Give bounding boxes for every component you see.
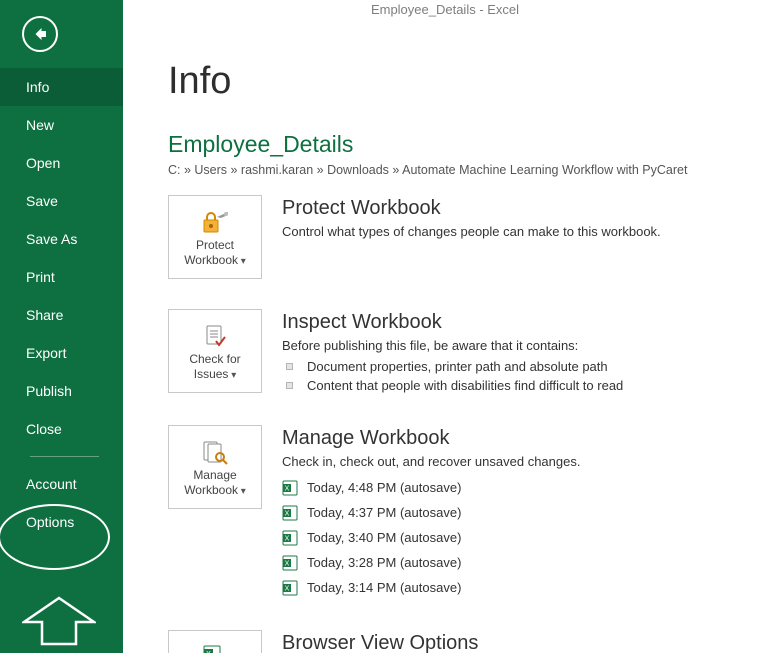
browser-title: Browser View Options <box>282 632 478 653</box>
browser-view-section: X Browser View Options <box>168 630 767 653</box>
excel-file-icon: X <box>282 530 298 546</box>
inspect-section: Check for Issues ▾ Inspect Workbook Befo… <box>168 309 767 395</box>
sidebar-item-label: Close <box>26 421 62 437</box>
inspect-bullet: Document properties, printer path and ab… <box>286 357 623 376</box>
window-title: Employee_Details - Excel <box>123 2 767 17</box>
sidebar-item-account[interactable]: Account <box>0 465 123 503</box>
sidebar-item-label: Share <box>26 307 63 323</box>
version-text: Today, 4:48 PM (autosave) <box>307 480 461 495</box>
sidebar-item-label: Open <box>26 155 60 171</box>
sidebar-item-label: Print <box>26 269 55 285</box>
manage-desc: Check in, check out, and recover unsaved… <box>282 454 580 469</box>
main-panel: Employee_Details - Excel Info Employee_D… <box>123 0 767 653</box>
version-item[interactable]: X Today, 3:40 PM (autosave) <box>282 525 580 550</box>
breadcrumb: C: » Users » rashmi.karan » Downloads » … <box>168 163 767 177</box>
version-list: X Today, 4:48 PM (autosave) X Today, 4:3… <box>282 473 580 600</box>
sidebar-item-label: Save As <box>26 231 77 247</box>
inspect-desc: Before publishing this file, be aware th… <box>282 338 623 353</box>
manage-section: Manage Workbook ▾ Manage Workbook Check … <box>168 425 767 600</box>
sidebar-item-save[interactable]: Save <box>0 182 123 220</box>
protect-section: Protect Workbook ▾ Protect Workbook Cont… <box>168 195 767 279</box>
document-check-icon <box>201 322 229 352</box>
lock-key-icon <box>200 208 230 238</box>
sidebar-item-label: Options <box>26 514 74 530</box>
version-text: Today, 4:37 PM (autosave) <box>307 505 461 520</box>
sidebar-item-label: New <box>26 117 54 133</box>
square-bullet-icon <box>286 382 293 389</box>
back-button[interactable] <box>22 16 58 52</box>
bullet-text: Document properties, printer path and ab… <box>307 357 608 376</box>
svg-text:X: X <box>285 585 290 592</box>
sidebar-divider <box>30 456 99 457</box>
excel-file-icon: X <box>282 580 298 596</box>
sidebar-item-label: Save <box>26 193 58 209</box>
svg-text:X: X <box>285 510 290 517</box>
sidebar-item-label: Publish <box>26 383 72 399</box>
protect-desc: Control what types of changes people can… <box>282 224 661 239</box>
chevron-down-icon: ▾ <box>238 486 246 497</box>
bullet-text: Content that people with disabilities fi… <box>307 376 623 395</box>
backstage-sidebar: Info New Open Save Save As Print Share E… <box>0 0 123 653</box>
excel-file-icon: X <box>282 555 298 571</box>
inspect-bullets: Document properties, printer path and ab… <box>282 357 623 395</box>
tile-label: Manage Workbook <box>184 468 238 497</box>
version-item[interactable]: X Today, 4:37 PM (autosave) <box>282 500 580 525</box>
sidebar-item-label: Export <box>26 345 66 361</box>
excel-file-icon: X <box>282 505 298 521</box>
sidebar-item-options[interactable]: Options <box>0 503 123 541</box>
back-arrow-icon <box>31 25 49 43</box>
sidebar-item-save-as[interactable]: Save As <box>0 220 123 258</box>
sidebar-item-new[interactable]: New <box>0 106 123 144</box>
sidebar-item-open[interactable]: Open <box>0 144 123 182</box>
sidebar-item-print[interactable]: Print <box>0 258 123 296</box>
browser-view-options-button[interactable]: X <box>168 630 262 653</box>
manage-workbook-button[interactable]: Manage Workbook ▾ <box>168 425 262 509</box>
sidebar-item-close[interactable]: Close <box>0 410 123 448</box>
version-item[interactable]: X Today, 3:14 PM (autosave) <box>282 575 580 600</box>
check-for-issues-button[interactable]: Check for Issues ▾ <box>168 309 262 393</box>
version-item[interactable]: X Today, 4:48 PM (autosave) <box>282 475 580 500</box>
page-title: Info <box>168 60 767 103</box>
document-magnify-icon <box>200 438 230 468</box>
chevron-down-icon: ▾ <box>228 370 236 381</box>
version-text: Today, 3:40 PM (autosave) <box>307 530 461 545</box>
svg-text:X: X <box>285 560 290 567</box>
annotation-up-arrow-icon <box>22 596 96 649</box>
excel-file-icon: X <box>282 480 298 496</box>
sidebar-item-export[interactable]: Export <box>0 334 123 372</box>
version-item[interactable]: X Today, 3:28 PM (autosave) <box>282 550 580 575</box>
protect-title: Protect Workbook <box>282 197 661 220</box>
inspect-title: Inspect Workbook <box>282 311 623 334</box>
chevron-down-icon: ▾ <box>238 256 246 267</box>
excel-globe-icon: X <box>202 639 228 653</box>
sidebar-item-publish[interactable]: Publish <box>0 372 123 410</box>
version-text: Today, 3:28 PM (autosave) <box>307 555 461 570</box>
tile-label: Protect Workbook <box>184 238 238 267</box>
svg-text:X: X <box>285 535 290 542</box>
sidebar-item-info[interactable]: Info <box>0 68 123 106</box>
inspect-bullet: Content that people with disabilities fi… <box>286 376 623 395</box>
sidebar-item-label: Info <box>26 79 49 95</box>
document-name: Employee_Details <box>168 131 767 158</box>
sidebar-item-label: Account <box>26 476 77 492</box>
square-bullet-icon <box>286 363 293 370</box>
protect-workbook-button[interactable]: Protect Workbook ▾ <box>168 195 262 279</box>
manage-title: Manage Workbook <box>282 427 580 450</box>
sidebar-item-share[interactable]: Share <box>0 296 123 334</box>
svg-text:X: X <box>285 485 290 492</box>
version-text: Today, 3:14 PM (autosave) <box>307 580 461 595</box>
